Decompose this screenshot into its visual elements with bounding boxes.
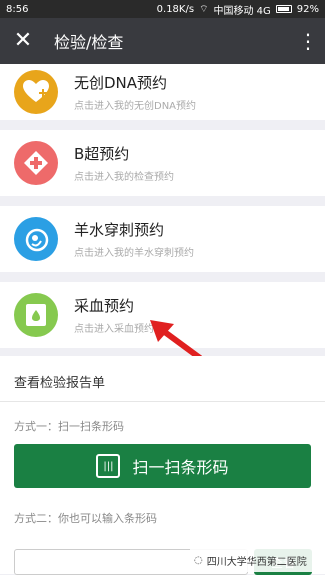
battery-icon xyxy=(275,5,292,13)
way2-label: 方式二：你也可以输入条形码 xyxy=(14,512,157,525)
barcode-icon: ||| xyxy=(96,454,121,478)
item-title: B超预约 xyxy=(74,145,130,163)
wechat-icon: ◌ xyxy=(194,554,203,566)
wifi-icon: ⌔ xyxy=(199,3,209,15)
heart-plus-icon xyxy=(14,70,58,114)
close-icon[interactable]: ✕ xyxy=(0,18,46,64)
section-title: 查看检验报告单 xyxy=(0,356,325,402)
item-title: 采血预约 xyxy=(74,297,135,315)
status-time: 8:56 xyxy=(6,3,29,15)
scan-barcode-button[interactable]: ||| 扫一扫条形码 xyxy=(14,444,311,488)
item-subtitle: 点击进入我的检查预约 xyxy=(74,172,174,183)
page-title: 检验/检查 xyxy=(54,33,124,52)
blood-sample-icon xyxy=(14,293,58,337)
watermark-text: 四川大学华西第二医院 xyxy=(206,556,307,568)
status-speed: 0.18K/s xyxy=(156,3,195,15)
baby-icon xyxy=(14,217,58,261)
appointment-list: 无创DNA预约 点击进入我的无创DNA预约 B超预约 点击进入我的检查预约 羊水… xyxy=(0,64,325,358)
list-item-dna[interactable]: 无创DNA预约 点击进入我的无创DNA预约 xyxy=(0,64,325,120)
diamond-cross-icon xyxy=(14,141,58,185)
more-icon[interactable]: ⋮ xyxy=(291,29,325,53)
title-bar: ✕ 检验/检查 ⋮ xyxy=(0,18,325,64)
way1-label: 方式一：扫一扫条形码 xyxy=(14,420,124,433)
status-carrier: 中国移动 4G xyxy=(213,5,271,17)
status-bar: 8:56 0.18K/s ⌔ 中国移动 4G 92% xyxy=(0,0,325,18)
report-section: 查看检验报告单 方式一：扫一扫条形码 ||| 扫一扫条形码 方式二：你也可以输入… xyxy=(0,356,325,575)
scan-button-label: 扫一扫条形码 xyxy=(132,458,229,477)
list-item-amniocentesis[interactable]: 羊水穿刺预约 点击进入我的羊水穿刺预约 xyxy=(0,206,325,272)
item-subtitle: 点击进入我的无创DNA预约 xyxy=(74,101,197,112)
item-subtitle: 点击进入我的羊水穿刺预约 xyxy=(74,248,194,259)
item-title: 羊水穿刺预约 xyxy=(74,221,165,239)
watermark: ◌ 四川大学华西第二医院 xyxy=(190,548,325,572)
list-item-bultrasound[interactable]: B超预约 点击进入我的检查预约 xyxy=(0,130,325,196)
item-title: 无创DNA预约 xyxy=(74,74,168,92)
status-battery: 92% xyxy=(296,3,319,15)
item-subtitle: 点击进入采血预约 xyxy=(74,324,154,335)
